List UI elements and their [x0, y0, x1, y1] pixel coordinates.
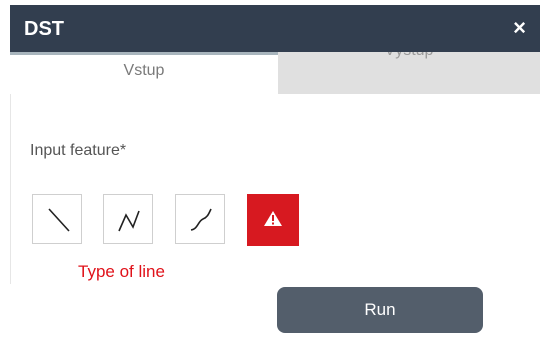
dialog-header: DST × — [10, 5, 540, 52]
polyline-icon — [118, 210, 140, 232]
polyline-button[interactable] — [103, 194, 153, 244]
curve-line-button[interactable] — [175, 194, 225, 244]
tab-vystup-label: Výstup — [278, 52, 540, 60]
tab-bar: Vstup Výstup — [10, 52, 540, 94]
close-button[interactable]: × — [513, 16, 526, 40]
panel-border — [10, 94, 11, 284]
curve-line-icon — [190, 208, 212, 231]
warning-icon — [264, 211, 282, 226]
dialog-title: DST — [24, 18, 64, 40]
tab-vstup[interactable]: Vstup — [10, 52, 278, 94]
warning-button[interactable] — [247, 194, 299, 246]
tab-vstup-label: Vstup — [123, 62, 165, 79]
input-feature-label: Input feature* — [30, 142, 127, 159]
straight-line-icon — [48, 208, 70, 232]
straight-line-button[interactable] — [32, 194, 82, 244]
line-type-caption: Type of line — [78, 262, 165, 281]
run-button[interactable]: Run — [277, 287, 483, 333]
tab-vystup[interactable]: Výstup — [278, 52, 540, 94]
